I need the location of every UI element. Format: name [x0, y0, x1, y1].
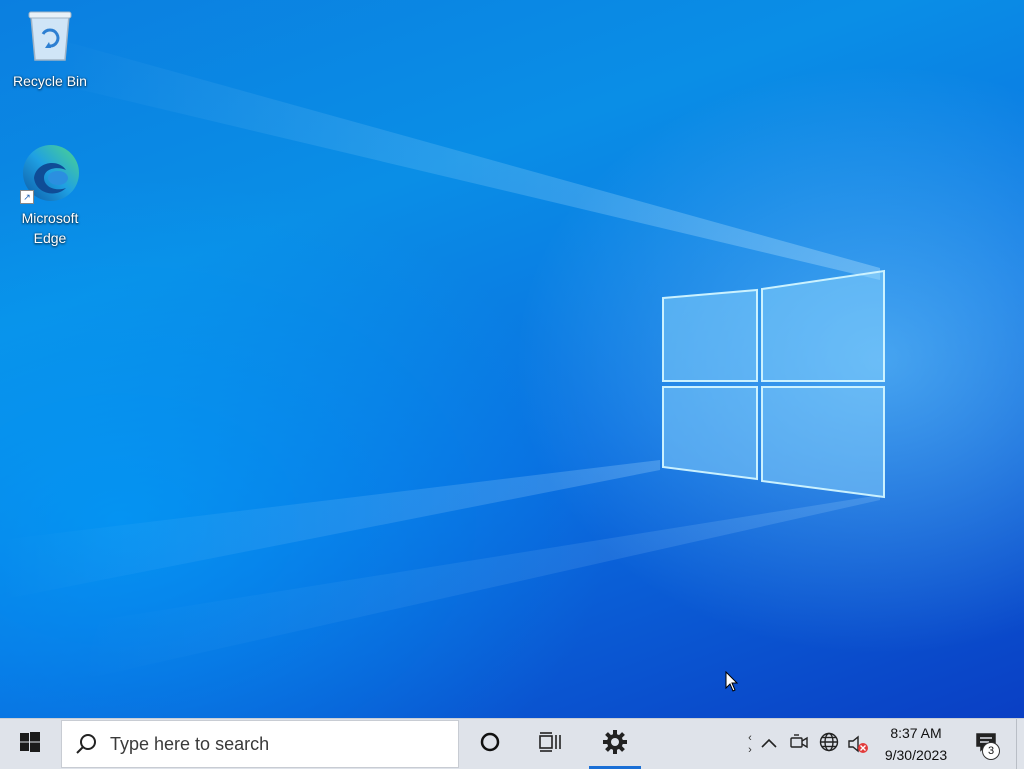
tray-network[interactable]: [818, 719, 840, 769]
windows-logo-icon: [20, 731, 40, 757]
tray-clock[interactable]: 8:37 AM 9/30/2023: [872, 719, 960, 769]
mouse-cursor-icon: [725, 670, 739, 698]
search-placeholder: Type here to search: [110, 733, 270, 754]
chevron-up-icon: [761, 735, 777, 753]
clock-time: 8:37 AM: [890, 725, 942, 741]
desktop-icon-label: Microsoft Edge: [21, 210, 79, 246]
tray-volume[interactable]: [846, 719, 870, 769]
edge-icon: ↗: [18, 142, 82, 206]
search-icon: [62, 733, 110, 755]
desktop-icon-label: Recycle Bin: [13, 73, 87, 89]
task-view-button[interactable]: [526, 719, 574, 769]
taskbar-overflow-chevron[interactable]: ‹ ›: [745, 719, 755, 769]
chevron-icon: ‹ ›: [748, 732, 752, 756]
taskbar-app-settings[interactable]: [589, 719, 641, 769]
cortana-icon: [480, 732, 500, 757]
desktop-icon-recycle-bin[interactable]: Recycle Bin: [4, 8, 96, 91]
taskbar-search-box[interactable]: Type here to search: [61, 720, 459, 768]
clock-date: 9/30/2023: [884, 747, 948, 763]
taskbar: Type here to search ‹ › 8:37 AM 9/30/202…: [0, 718, 1024, 769]
task-view-icon: [538, 731, 562, 757]
desktop[interactable]: Recycle Bin ↗ Microsoft Edge: [0, 0, 1024, 718]
show-hidden-icons-button[interactable]: [758, 719, 780, 769]
windows-wallpaper-logo: [662, 269, 885, 499]
network-globe-icon: [819, 732, 839, 757]
gear-icon: [602, 729, 628, 760]
tray-meet-now[interactable]: [789, 719, 809, 769]
desktop-icon-microsoft-edge[interactable]: ↗ Microsoft Edge: [4, 142, 96, 248]
start-button[interactable]: [0, 719, 60, 769]
shortcut-arrow-icon: ↗: [20, 190, 34, 204]
notification-count-badge: 3: [982, 742, 1000, 760]
show-desktop-button[interactable]: [1016, 719, 1024, 769]
cortana-button[interactable]: [466, 719, 514, 769]
recycle-bin-icon: [4, 8, 96, 69]
meet-now-icon: [790, 733, 808, 755]
volume-muted-icon: [847, 734, 869, 754]
